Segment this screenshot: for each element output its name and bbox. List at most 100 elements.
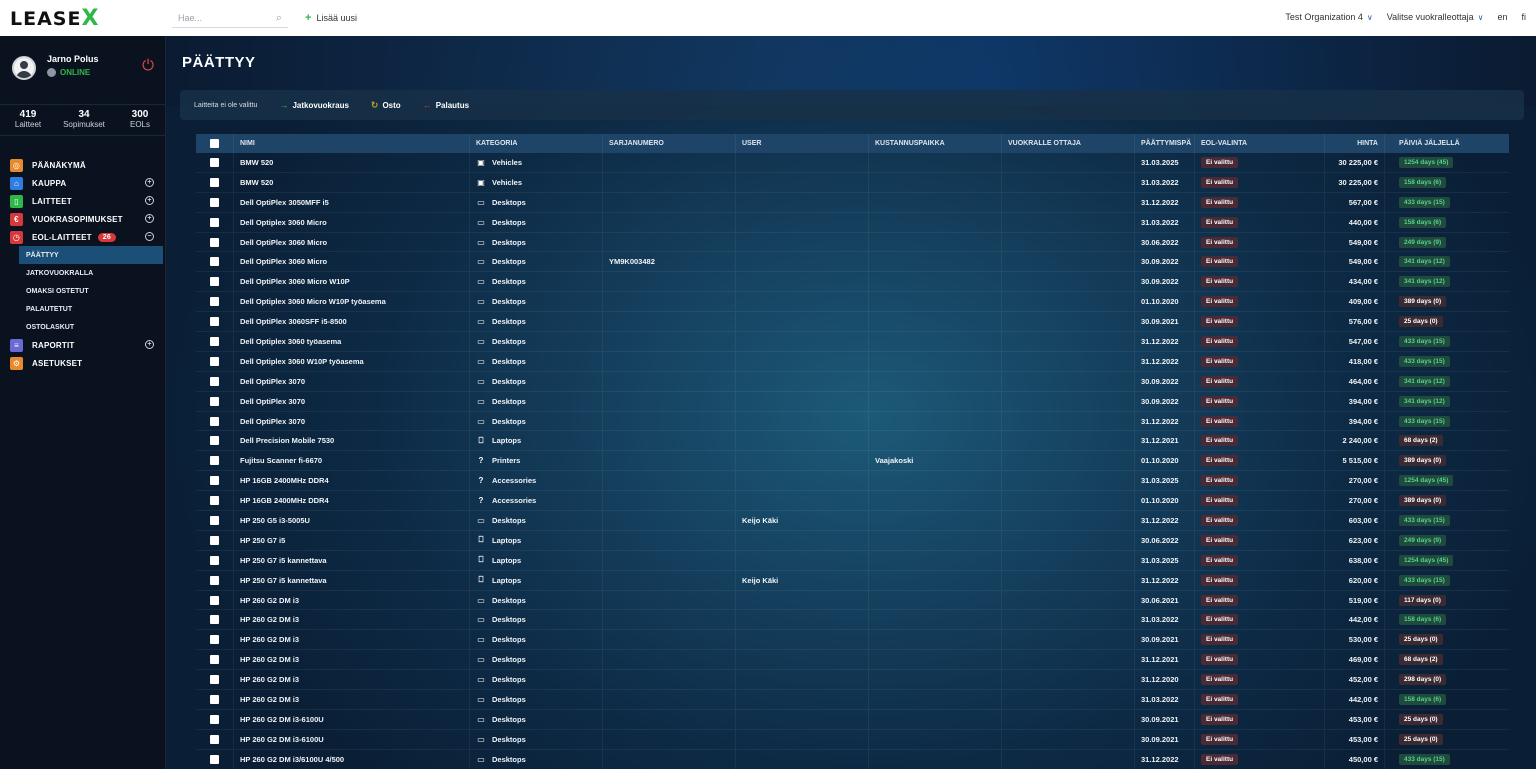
- column-header-lessee[interactable]: VUOKRALLE OTTAJA: [1002, 134, 1135, 153]
- table-row[interactable]: HP 260 G2 DM i3 ▭ Desktops 30.06.2021 Ei val…: [196, 590, 1509, 611]
- eol-status-badge[interactable]: Ei valittu: [1201, 415, 1239, 427]
- eol-status-badge[interactable]: Ei valittu: [1201, 475, 1239, 487]
- column-header-eol-choice[interactable]: EOL-VALINTA: [1195, 134, 1325, 153]
- search-icon[interactable]: ⌕: [276, 12, 282, 25]
- table-row[interactable]: HP 260 G2 DM i3-6100U ▭ Desktops 30.09.2021…: [196, 729, 1509, 750]
- table-row[interactable]: HP 260 G2 DM i3 ▭ Desktops 31.12.2020 Ei val…: [196, 670, 1509, 691]
- table-row[interactable]: Dell OptiPlex 3070 ▭ Desktops 31.12.2022 Ei …: [196, 411, 1509, 432]
- row-checkbox[interactable]: [210, 535, 219, 545]
- eol-status-badge[interactable]: Ei valittu: [1201, 375, 1239, 387]
- table-row[interactable]: Dell Optiplex 3060 W10P työasema ▭ Desktop…: [196, 351, 1509, 372]
- expand-icon[interactable]: +: [145, 178, 154, 187]
- table-row[interactable]: HP 250 G5 i3-5005U ▭ Desktops Keijo Käki 31.…: [196, 511, 1509, 531]
- eol-status-badge[interactable]: Ei valittu: [1201, 674, 1239, 686]
- table-row[interactable]: Dell Optiplex 3060 Micro ▭ Desktops 31.03.2…: [196, 212, 1509, 233]
- column-header-end-date[interactable]: PÄÄTTYMISPÄ: [1135, 134, 1195, 153]
- row-checkbox[interactable]: [210, 734, 219, 744]
- table-row[interactable]: HP 260 G2 DM i3 ▭ Desktops 30.09.2021 Ei val…: [196, 630, 1509, 651]
- eol-status-badge[interactable]: Ei valittu: [1201, 435, 1239, 447]
- row-checkbox[interactable]: [210, 177, 219, 187]
- column-header-category[interactable]: KATEGORIA: [470, 134, 603, 153]
- row-checkbox[interactable]: [210, 595, 219, 605]
- eol-status-badge[interactable]: Ei valittu: [1201, 296, 1239, 308]
- sidebar-subitem-returned[interactable]: PALAUTETUT: [0, 300, 166, 318]
- column-header-serial[interactable]: SARJANUMERO: [603, 134, 736, 153]
- table-row[interactable]: Dell Optiplex 3060 Micro W10P työasema ▭ D…: [196, 292, 1509, 313]
- eol-status-badge[interactable]: Ei valittu: [1201, 276, 1239, 288]
- row-checkbox[interactable]: [210, 754, 219, 764]
- row-checkbox[interactable]: [210, 575, 219, 585]
- eol-status-badge[interactable]: Ei valittu: [1201, 614, 1239, 626]
- table-row[interactable]: HP 250 G7 i5 ⎕ Laptops 30.06.2022 Ei valittu…: [196, 530, 1509, 551]
- column-header-cost-center[interactable]: KUSTANNUSPAIKKA: [869, 134, 1002, 153]
- return-button[interactable]: ← Palautus: [423, 100, 469, 110]
- column-header-days-left[interactable]: PÄIVIÄ JÄLJELLÄ: [1385, 134, 1509, 153]
- language-fi[interactable]: fi: [1522, 12, 1527, 22]
- eol-status-badge[interactable]: Ei valittu: [1201, 574, 1239, 586]
- eol-status-badge[interactable]: Ei valittu: [1201, 634, 1239, 646]
- logo[interactable]: LEASEX: [10, 6, 99, 31]
- row-checkbox[interactable]: [210, 356, 219, 366]
- row-checkbox[interactable]: [210, 416, 219, 426]
- sidebar-item-eol[interactable]: ◷ EOL-LAITTEET 26 −: [0, 228, 166, 246]
- row-checkbox[interactable]: [210, 694, 219, 704]
- expand-icon[interactable]: +: [145, 196, 154, 205]
- eol-status-badge[interactable]: Ei valittu: [1201, 335, 1239, 347]
- sidebar-subitem-invoices[interactable]: OSTOLASKUT: [0, 318, 166, 336]
- table-row[interactable]: HP 16GB 2400MHz DDR4? Accessories 01.10.20…: [196, 491, 1509, 512]
- eol-status-badge[interactable]: Ei valittu: [1201, 514, 1239, 526]
- select-all-checkbox[interactable]: [210, 139, 219, 148]
- row-checkbox[interactable]: [210, 615, 219, 625]
- table-row[interactable]: Dell OptiPlex 3070 ▭ Desktops 30.09.2022 Ei …: [196, 391, 1509, 412]
- eol-status-badge[interactable]: Ei valittu: [1201, 733, 1239, 745]
- table-row[interactable]: Dell OptiPlex 3050MFF i5 ▭ Desktops 31.12.2…: [196, 192, 1509, 213]
- eol-status-badge[interactable]: Ei valittu: [1201, 554, 1239, 566]
- sidebar-item-settings[interactable]: ⚙ ASETUKSET: [0, 354, 166, 372]
- row-checkbox[interactable]: [210, 675, 219, 685]
- eol-status-badge[interactable]: Ei valittu: [1201, 256, 1239, 268]
- row-checkbox[interactable]: [210, 376, 219, 386]
- eol-status-badge[interactable]: Ei valittu: [1201, 216, 1239, 228]
- sidebar-item-devices[interactable]: ▯ LAITTEET +: [0, 192, 166, 210]
- eol-status-badge[interactable]: Ei valittu: [1201, 713, 1239, 725]
- table-row[interactable]: Dell Precision Mobile 7530 ⎕ Laptops 31.12.…: [196, 431, 1509, 452]
- table-row[interactable]: Dell OptiPlex 3070 ▭ Desktops 30.09.2022 Ei …: [196, 371, 1509, 392]
- row-checkbox[interactable]: [210, 515, 219, 525]
- row-checkbox[interactable]: [210, 714, 219, 724]
- row-checkbox[interactable]: [210, 317, 219, 327]
- search-input[interactable]: [178, 13, 258, 23]
- power-icon[interactable]: ⏻: [140, 58, 156, 74]
- row-checkbox[interactable]: [210, 436, 219, 446]
- eol-status-badge[interactable]: Ei valittu: [1201, 753, 1239, 765]
- row-checkbox[interactable]: [210, 456, 219, 466]
- table-row[interactable]: Fujitsu Scanner fi-6670? Printers Vaajakos…: [196, 451, 1509, 472]
- table-row[interactable]: HP 250 G7 i5 kannettava ⎕ Laptops 31.03.202…: [196, 550, 1509, 571]
- table-row[interactable]: BMW 520 ▣ Vehicles 31.03.2022 Ei valittu 30 2…: [196, 172, 1509, 193]
- row-checkbox[interactable]: [210, 197, 219, 207]
- row-checkbox[interactable]: [210, 635, 219, 645]
- eol-status-badge[interactable]: Ei valittu: [1201, 156, 1239, 168]
- table-row[interactable]: HP 260 G2 DM i3/6100U 4/500 ▭ Desktops 31.1…: [196, 749, 1509, 769]
- eol-status-badge[interactable]: Ei valittu: [1201, 395, 1239, 407]
- row-checkbox[interactable]: [210, 277, 219, 287]
- sidebar-item-dashboard[interactable]: ◎ PÄÄNÄKYMÄ: [0, 156, 166, 174]
- sidebar-subitem-extended[interactable]: JATKOVUOKRALLA: [0, 264, 166, 282]
- eol-status-badge[interactable]: Ei valittu: [1201, 236, 1239, 248]
- eol-status-badge[interactable]: Ei valittu: [1201, 594, 1239, 606]
- eol-status-badge[interactable]: Ei valittu: [1201, 455, 1239, 467]
- eol-status-badge[interactable]: Ei valittu: [1201, 316, 1239, 328]
- table-row[interactable]: Dell OptiPlex 3060 Micro W10P ▭ Desktops 30…: [196, 272, 1509, 293]
- language-en[interactable]: en: [1497, 12, 1507, 22]
- row-checkbox[interactable]: [210, 476, 219, 486]
- expand-icon[interactable]: +: [145, 340, 154, 349]
- row-checkbox[interactable]: [210, 217, 219, 227]
- expand-icon[interactable]: +: [145, 214, 154, 223]
- row-checkbox[interactable]: [210, 297, 219, 307]
- sidebar-subitem-bought[interactable]: OMAKSI OSTETUT: [0, 282, 166, 300]
- row-checkbox[interactable]: [210, 496, 219, 506]
- buy-button[interactable]: ↻ Osto: [371, 100, 401, 111]
- sidebar-item-reports[interactable]: ≡ RAPORTIT +: [0, 336, 166, 354]
- add-new-button[interactable]: + Lisää uusi: [305, 12, 357, 24]
- sidebar-item-shop[interactable]: ⌂ KAUPPA +: [0, 174, 166, 192]
- eol-status-badge[interactable]: Ei valittu: [1201, 196, 1239, 208]
